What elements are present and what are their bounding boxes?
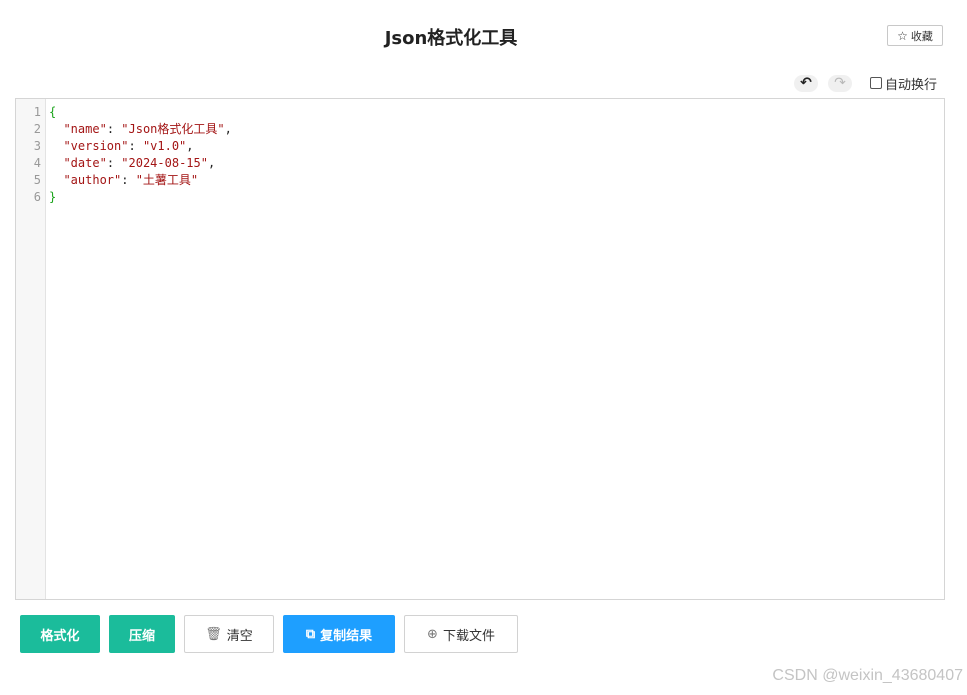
comma: ,: [207, 156, 216, 170]
clear-label: 清空: [226, 628, 253, 644]
colon: :: [128, 139, 143, 153]
star-outline-icon: ☆: [897, 28, 908, 43]
auto-wrap-label: 自动换行: [885, 77, 938, 93]
json-value: "2024-08-15": [121, 156, 208, 170]
close-brace: }: [49, 190, 57, 204]
json-key: "name": [63, 122, 107, 136]
clear-button[interactable]: 🗑 清空: [184, 615, 274, 653]
trash-icon: 🗑: [205, 626, 222, 642]
editor-toolbar: ↶ ↷ 自动换行: [794, 73, 937, 93]
line-number: 3: [33, 139, 41, 153]
undo-icon: ↶: [800, 75, 812, 91]
line-number: 2: [33, 122, 41, 136]
line-number: 4: [33, 156, 41, 170]
json-key: "date": [63, 156, 107, 170]
json-value: "Json格式化工具": [121, 122, 225, 136]
colon: :: [106, 122, 122, 136]
line-number-gutter: 1 2 3 4 5 6: [16, 99, 46, 599]
line-number: 5: [33, 173, 41, 187]
watermark: CSDN @weixin_43680407: [772, 667, 963, 684]
copy-icon: ⧉: [305, 626, 316, 642]
line-number: 1: [33, 105, 41, 119]
json-key: "author": [63, 173, 122, 187]
code-line[interactable]: {: [49, 104, 944, 121]
copy-result-button[interactable]: ⧉ 复制结果: [283, 615, 395, 653]
format-button[interactable]: 格式化: [20, 615, 100, 653]
open-brace: {: [49, 105, 57, 119]
colon: :: [106, 156, 122, 170]
auto-wrap-toggle[interactable]: 自动换行: [870, 74, 937, 93]
json-value: "土薯工具": [135, 173, 199, 187]
code-line[interactable]: }: [49, 189, 944, 206]
code-line[interactable]: "author": "土薯工具": [49, 172, 944, 189]
action-bar: 格式化 压缩 🗑 清空 ⧉ 复制结果 ⊕ 下载文件: [20, 615, 518, 653]
json-value: "v1.0": [142, 139, 187, 153]
redo-icon: ↷: [834, 75, 846, 91]
comma: ,: [224, 122, 232, 136]
download-file-button[interactable]: ⊕ 下载文件: [404, 615, 518, 653]
compress-label: 压缩: [128, 628, 155, 644]
compress-button[interactable]: 压缩: [109, 615, 175, 653]
redo-button[interactable]: ↷: [828, 74, 852, 92]
favorite-label: 收藏: [910, 29, 933, 43]
format-label: 格式化: [40, 628, 80, 644]
json-editor[interactable]: 1 2 3 4 5 6 { "name": "Json格式化工具", "vers…: [15, 98, 945, 600]
line-number: 6: [33, 190, 41, 204]
code-line[interactable]: "date": "2024-08-15",: [49, 155, 944, 172]
json-key: "version": [63, 139, 129, 153]
copy-label: 复制结果: [320, 628, 373, 644]
download-label: 下载文件: [442, 628, 495, 644]
page-title: Json格式化工具: [384, 28, 518, 49]
code-line[interactable]: "version": "v1.0",: [49, 138, 944, 155]
colon: :: [121, 173, 136, 187]
json-formatter-page: Json格式化工具 ☆ 收藏 ↶ ↷ 自动换行 1 2 3 4 5 6 { "n…: [0, 0, 967, 695]
undo-button[interactable]: ↶: [794, 74, 818, 92]
download-icon: ⊕: [427, 626, 438, 642]
code-line[interactable]: "name": "Json格式化工具",: [49, 121, 944, 138]
favorite-button[interactable]: ☆ 收藏: [887, 25, 943, 46]
comma: ,: [186, 139, 194, 153]
code-area[interactable]: { "name": "Json格式化工具", "version": "v1.0"…: [46, 99, 944, 599]
auto-wrap-checkbox[interactable]: [870, 77, 882, 89]
